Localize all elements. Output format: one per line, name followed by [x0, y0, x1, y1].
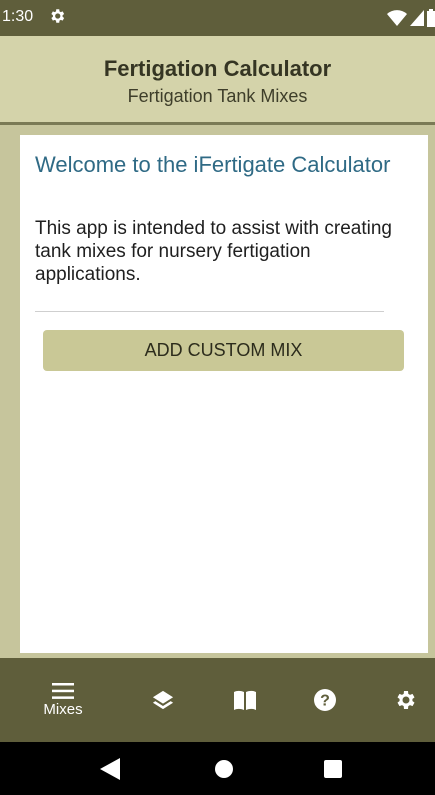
gear-icon — [51, 9, 65, 23]
settings-icon — [397, 691, 415, 709]
welcome-title: Welcome to the iFertigate Calculator — [35, 152, 391, 177]
status-bar: 1:30 — [0, 0, 435, 36]
home-icon[interactable] — [214, 759, 234, 779]
welcome-description: This app is intended to assist with crea… — [35, 218, 392, 285]
status-time: 1:30 — [2, 8, 34, 25]
wifi-icon — [387, 10, 407, 26]
svg-text:?: ? — [320, 693, 330, 710]
divider — [35, 311, 384, 312]
menu-icon — [52, 682, 74, 699]
recents-icon[interactable] — [324, 760, 342, 778]
bottom-nav: Mixes ? — [0, 658, 435, 742]
signal-icon — [410, 10, 424, 26]
welcome-card: Welcome to the iFertigate Calculator Thi… — [20, 135, 428, 653]
nav-item-settings[interactable] — [385, 658, 425, 742]
nav-item-layers[interactable] — [143, 658, 183, 742]
battery-icon — [427, 9, 435, 27]
back-icon[interactable] — [100, 758, 120, 780]
nav-item-help[interactable]: ? — [305, 658, 345, 742]
status-icons — [387, 9, 435, 27]
add-custom-mix-button[interactable]: ADD CUSTOM MIX — [43, 330, 404, 371]
content-area: Welcome to the iFertigate Calculator Thi… — [0, 122, 435, 658]
nav-item-mixes[interactable]: Mixes — [38, 658, 88, 742]
nav-label-mixes: Mixes — [43, 700, 83, 718]
app-header: Fertigation Calculator Fertigation Tank … — [0, 36, 435, 122]
layers-icon — [152, 690, 174, 710]
book-icon — [234, 690, 256, 710]
nav-item-guide[interactable] — [225, 658, 265, 742]
page-title: Fertigation Calculator — [103, 56, 332, 81]
help-icon: ? — [314, 689, 336, 711]
page-subtitle: Fertigation Tank Mixes — [127, 86, 308, 106]
system-nav-bar — [0, 742, 435, 795]
